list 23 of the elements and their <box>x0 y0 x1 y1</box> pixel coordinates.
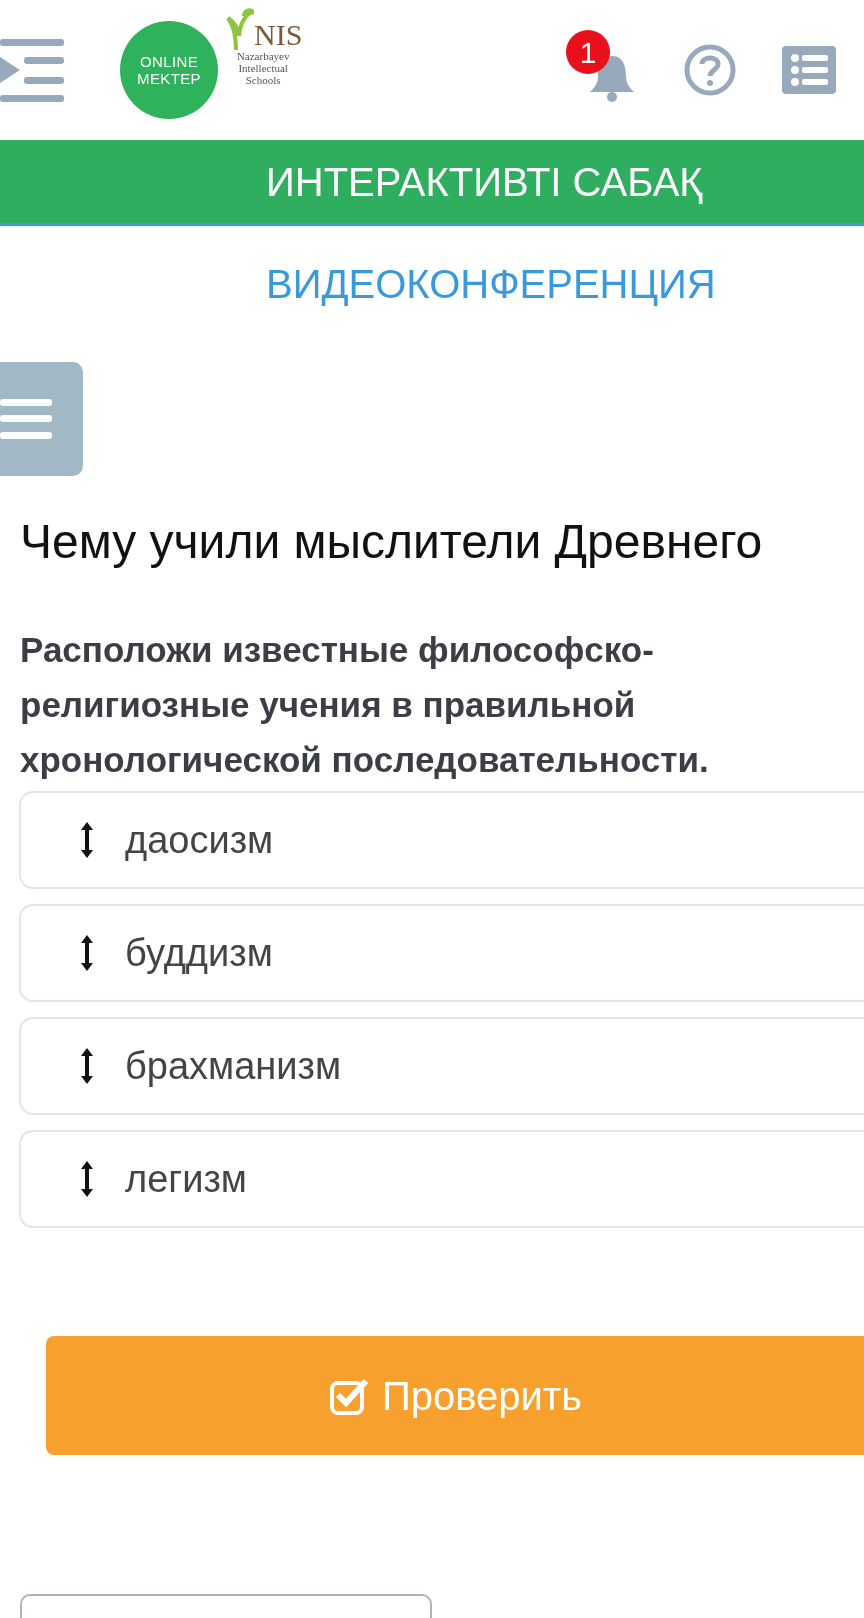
nis-logo-text: NIS <box>254 20 303 50</box>
drag-icon <box>79 1159 95 1199</box>
sidebar-toggle-button[interactable] <box>0 362 83 476</box>
lesson-title: Чему учили мыслители Древнего <box>20 514 764 570</box>
sortable-item[interactable]: легизм <box>19 1130 864 1228</box>
checkbox-icon <box>329 1376 368 1415</box>
logo-caption: Schools <box>245 74 281 86</box>
help-icon[interactable] <box>684 44 736 96</box>
drag-icon <box>79 933 95 973</box>
logo-caption: Nazarbayev <box>236 50 290 62</box>
list-icon[interactable] <box>782 46 836 94</box>
drag-icon <box>79 820 95 860</box>
sortable-item[interactable]: буддизм <box>19 904 864 1002</box>
sprout-icon <box>224 6 254 50</box>
sortable-item[interactable]: брахманизм <box>19 1017 864 1115</box>
logo-caption: Intellectual <box>238 62 288 74</box>
task-instruction: Расположи известные философско-религиозные учения в правильной хронологической последовательности. <box>20 629 710 781</box>
sortable-item[interactable]: даосизм <box>19 791 864 889</box>
menu-icon <box>0 399 52 439</box>
notification-badge: 1 <box>566 30 610 74</box>
drag-icon <box>79 1046 95 1086</box>
menu-icon[interactable] <box>0 37 64 103</box>
logo: ONLINE MEKTEP <box>120 21 218 119</box>
